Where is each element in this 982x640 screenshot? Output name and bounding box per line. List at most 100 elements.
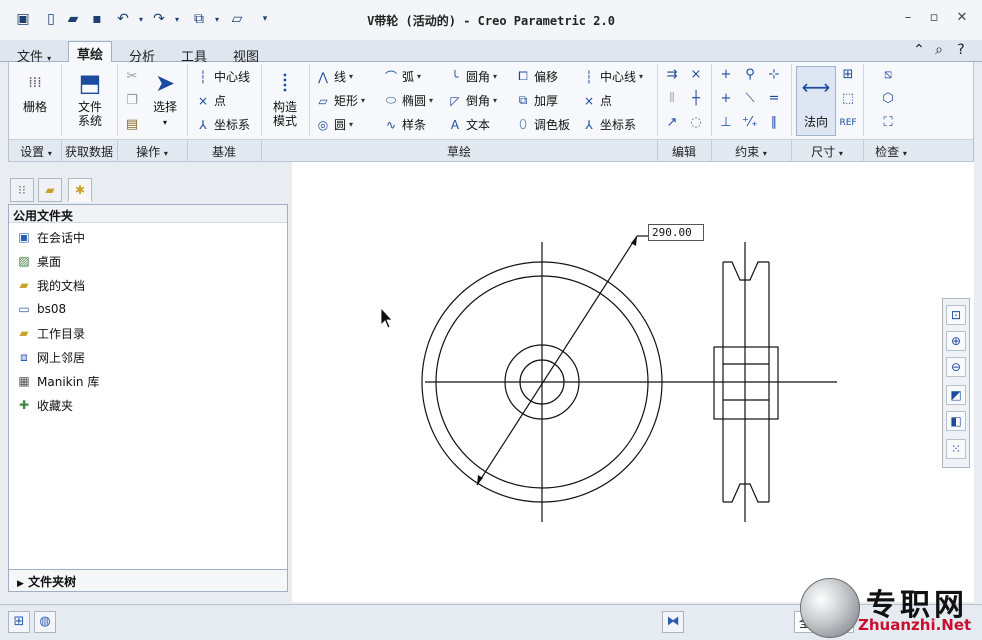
zoom-out-icon[interactable]: ⊖ [946,357,966,377]
group-editing: 编辑 [671,145,696,159]
sketch-centerline-icon: ┆ [585,69,593,84]
sketch-csys-icon: ⅄ [585,117,593,132]
modify-icon[interactable]: ⇉ [663,66,681,84]
fillet-icon: ╰ [451,69,459,84]
sketch-point-button[interactable]: × 点 [581,92,612,109]
spline-button[interactable]: ∿ 样条 [383,116,426,133]
overlap-geometry-icon[interactable]: ⧅ [879,66,897,84]
collapse-ribbon-icon[interactable]: ⌃ [910,42,928,60]
sketch-centerline-button[interactable]: ┆ 中心线 ▾ [581,68,643,85]
tab-analysis[interactable]: 分析 [120,43,164,65]
equal-constraint-icon[interactable]: = [765,90,783,108]
zoom-in-icon[interactable]: ⊕ [946,331,966,351]
datum-centerline-button[interactable]: ┆ 中心线 [195,68,250,85]
copy-icon[interactable]: ❐ [123,92,141,110]
circle-button[interactable]: ◎ 圆 ▾ [315,116,353,133]
group-inspect[interactable]: 检查 ▾ [863,143,919,160]
reference-dimension-icon[interactable]: REF [839,114,857,132]
coincident-constraint-icon[interactable]: ⟍ [741,90,759,108]
paste-icon[interactable]: ▤ [123,116,141,134]
arc-button[interactable]: ⌒ 弧 ▾ [383,68,421,85]
minimize-icon[interactable]: – [898,10,918,28]
nav-item-in-session[interactable]: ▣ 在会话中 [15,227,85,247]
grid-button[interactable]: ⁞⁞⁞ 栅格 [13,68,57,114]
rectangle-button[interactable]: ▱ 矩形 ▾ [315,92,365,109]
nav-item-working-directory[interactable]: ▰ 工作目录 [15,323,85,343]
nav-item-desktop[interactable]: ▨ 桌面 [15,251,61,271]
search-icon[interactable]: ⌕ [930,42,948,60]
midpoint-constraint-icon[interactable]: ⊹ [765,66,783,84]
common-folders-header: 公用文件夹 [9,205,287,223]
close-icon[interactable]: ✕ [952,10,972,28]
tab-view[interactable]: 视图 [224,43,268,65]
tangent-constraint-icon[interactable]: ⚲ [741,66,759,84]
construction-mode-button[interactable]: ⦙ 构造 模式 [265,68,305,128]
smart-select-icon[interactable]: ⧓ [662,611,684,633]
corner-icon[interactable]: ┼ [687,90,705,108]
offset-button[interactable]: ⧠ 偏移 [515,68,558,85]
file-system-button[interactable]: ⬒ 文件 系统 [67,68,113,128]
datum-point-button[interactable]: × 点 [195,92,226,109]
ellipse-button[interactable]: ⬭ 椭圆 ▾ [383,92,433,109]
model-tree-tab[interactable]: ⁝⁝ [10,178,34,202]
divide-icon[interactable]: ↗ [663,114,681,132]
chamfer-button[interactable]: ◸ 倒角 ▾ [447,92,497,109]
mirror-icon[interactable]: ⫴ [663,90,681,108]
nav-item-favorites[interactable]: ✚ 收藏夹 [15,395,73,415]
folder-browser-tab[interactable]: ▰ [38,178,62,202]
navigator-tabs: ⁝⁝ ▰ ✱ [8,176,108,204]
dimension-value-input[interactable]: 290.00 [648,224,704,241]
horizontal-constraint-icon[interactable]: + [717,90,735,108]
folder-browser-icon: ▰ [45,183,55,197]
sketch-view-icon[interactable]: ◩ [946,385,966,405]
group-settings[interactable]: 设置 ▾ [13,143,59,160]
select-button[interactable]: ➤ 选择 ▾ [147,68,183,130]
select-arrow-icon: ➤ [154,69,176,97]
maximize-icon[interactable]: ▫ [924,10,944,28]
baseline-dimension-icon[interactable]: ⬚ [839,90,857,108]
sketch-csys-button[interactable]: ⅄ 坐标系 [581,116,636,133]
highlight-open-ends-icon[interactable]: ⬡ [879,90,897,108]
graphics-window[interactable]: 290.00 [292,162,974,602]
text-button[interactable]: Ａ 文本 [447,116,490,133]
documents-folder-icon: ▰ [19,278,29,292]
fillet-button[interactable]: ╰ 圆角 ▾ [447,68,497,85]
bottom-groove-profile [723,483,769,503]
datum-csys-button[interactable]: ⅄ 坐标系 [195,116,250,133]
folder-tree-toggle[interactable]: ▶ 文件夹树 [9,569,287,591]
group-constrain[interactable]: 约束 ▾ [711,143,791,160]
tab-file[interactable]: 文件 ▾ [8,43,60,65]
tab-tools[interactable]: 工具 [172,43,216,65]
toggle-navigator-icon[interactable]: ⊞ [8,611,30,633]
group-dimension[interactable]: 尺寸 ▾ [791,143,863,160]
vertical-constraint-icon[interactable]: + [717,66,735,84]
ellipse-icon: ⬭ [385,93,397,107]
display-style-icon[interactable]: ◧ [946,411,966,431]
palette-button[interactable]: ⬯ 调色板 [515,116,570,133]
nav-item-my-documents[interactable]: ▰ 我的文档 [15,275,85,295]
perimeter-dimension-icon[interactable]: ⊞ [839,66,857,84]
nav-item-network[interactable]: ⧈ 网上邻居 [15,347,85,367]
nav-item-manikin-library[interactable]: ▦ Manikin 库 [15,371,99,391]
favorites-tab[interactable]: ✱ [68,178,92,202]
sketcher-display-icon[interactable]: ⁙ [946,439,966,459]
parallel-constraint-icon[interactable]: ∥ [765,114,783,132]
toggle-browser-icon[interactable]: ◍ [34,611,56,633]
rotate-resize-icon[interactable]: ◌ [687,114,705,132]
spline-icon: ∿ [385,117,397,132]
group-operations[interactable]: 操作 ▾ [117,143,187,160]
perpendicular-constraint-icon[interactable]: ⊥ [717,114,735,132]
line-button[interactable]: ⋀ 线 ▾ [315,68,353,85]
symmetric-constraint-icon[interactable]: ⁺⁄₊ [741,114,759,132]
normal-dimension-button[interactable]: ⟷ 法向 [796,66,836,136]
delete-segment-icon[interactable]: ⨯ [687,66,705,84]
sketch-canvas[interactable] [292,162,974,602]
shade-closed-loops-icon[interactable]: ⛶ [879,114,897,132]
thicken-button[interactable]: ⧉ 加厚 [515,92,558,109]
refit-icon[interactable]: ⊡ [946,305,966,325]
nav-item-bs08[interactable]: ▭ bs08 [15,299,66,319]
help-icon[interactable]: ? [952,42,970,60]
tab-sketch[interactable]: 草绘 [68,41,113,63]
cut-icon[interactable]: ✂ [123,68,141,86]
window-title: V带轮 (活动的) - Creo Parametric 2.0 [367,14,615,28]
